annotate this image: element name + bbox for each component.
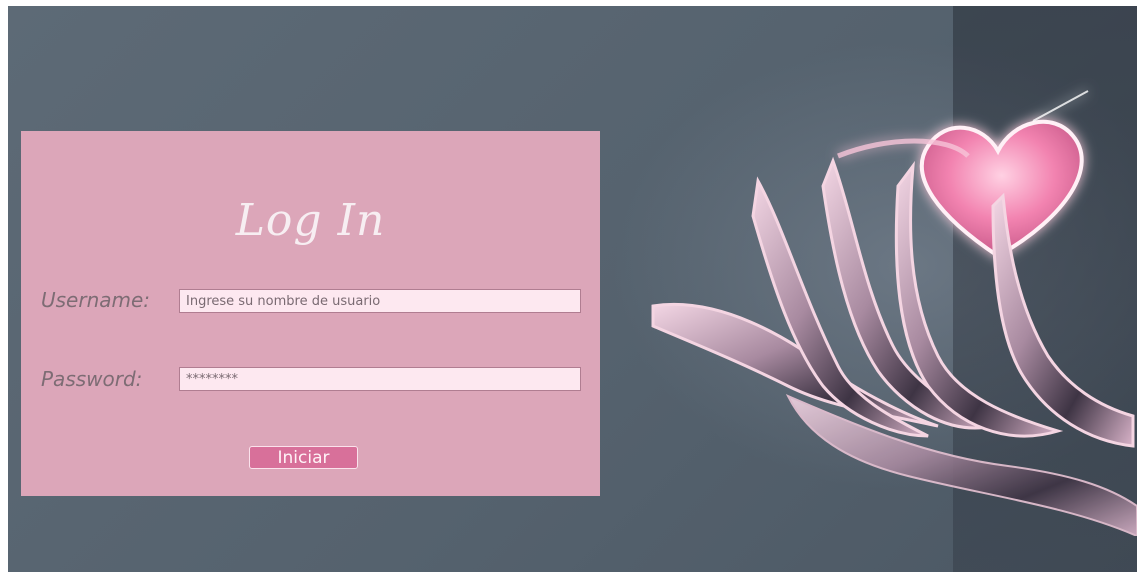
hand-holding-heart-image bbox=[651, 90, 1137, 536]
username-input[interactable] bbox=[179, 289, 581, 313]
login-card: Log In Username: Password: Iniciar bbox=[21, 131, 600, 496]
heart-icon bbox=[837, 90, 1089, 259]
login-title: Log In bbox=[235, 195, 386, 246]
iniciar-button[interactable]: Iniciar bbox=[249, 446, 358, 469]
password-label: Password: bbox=[41, 367, 143, 391]
hand-icon bbox=[651, 156, 1137, 536]
username-label: Username: bbox=[41, 288, 151, 312]
login-page: Log In Username: Password: Iniciar bbox=[8, 6, 1137, 572]
password-input[interactable] bbox=[179, 367, 581, 391]
